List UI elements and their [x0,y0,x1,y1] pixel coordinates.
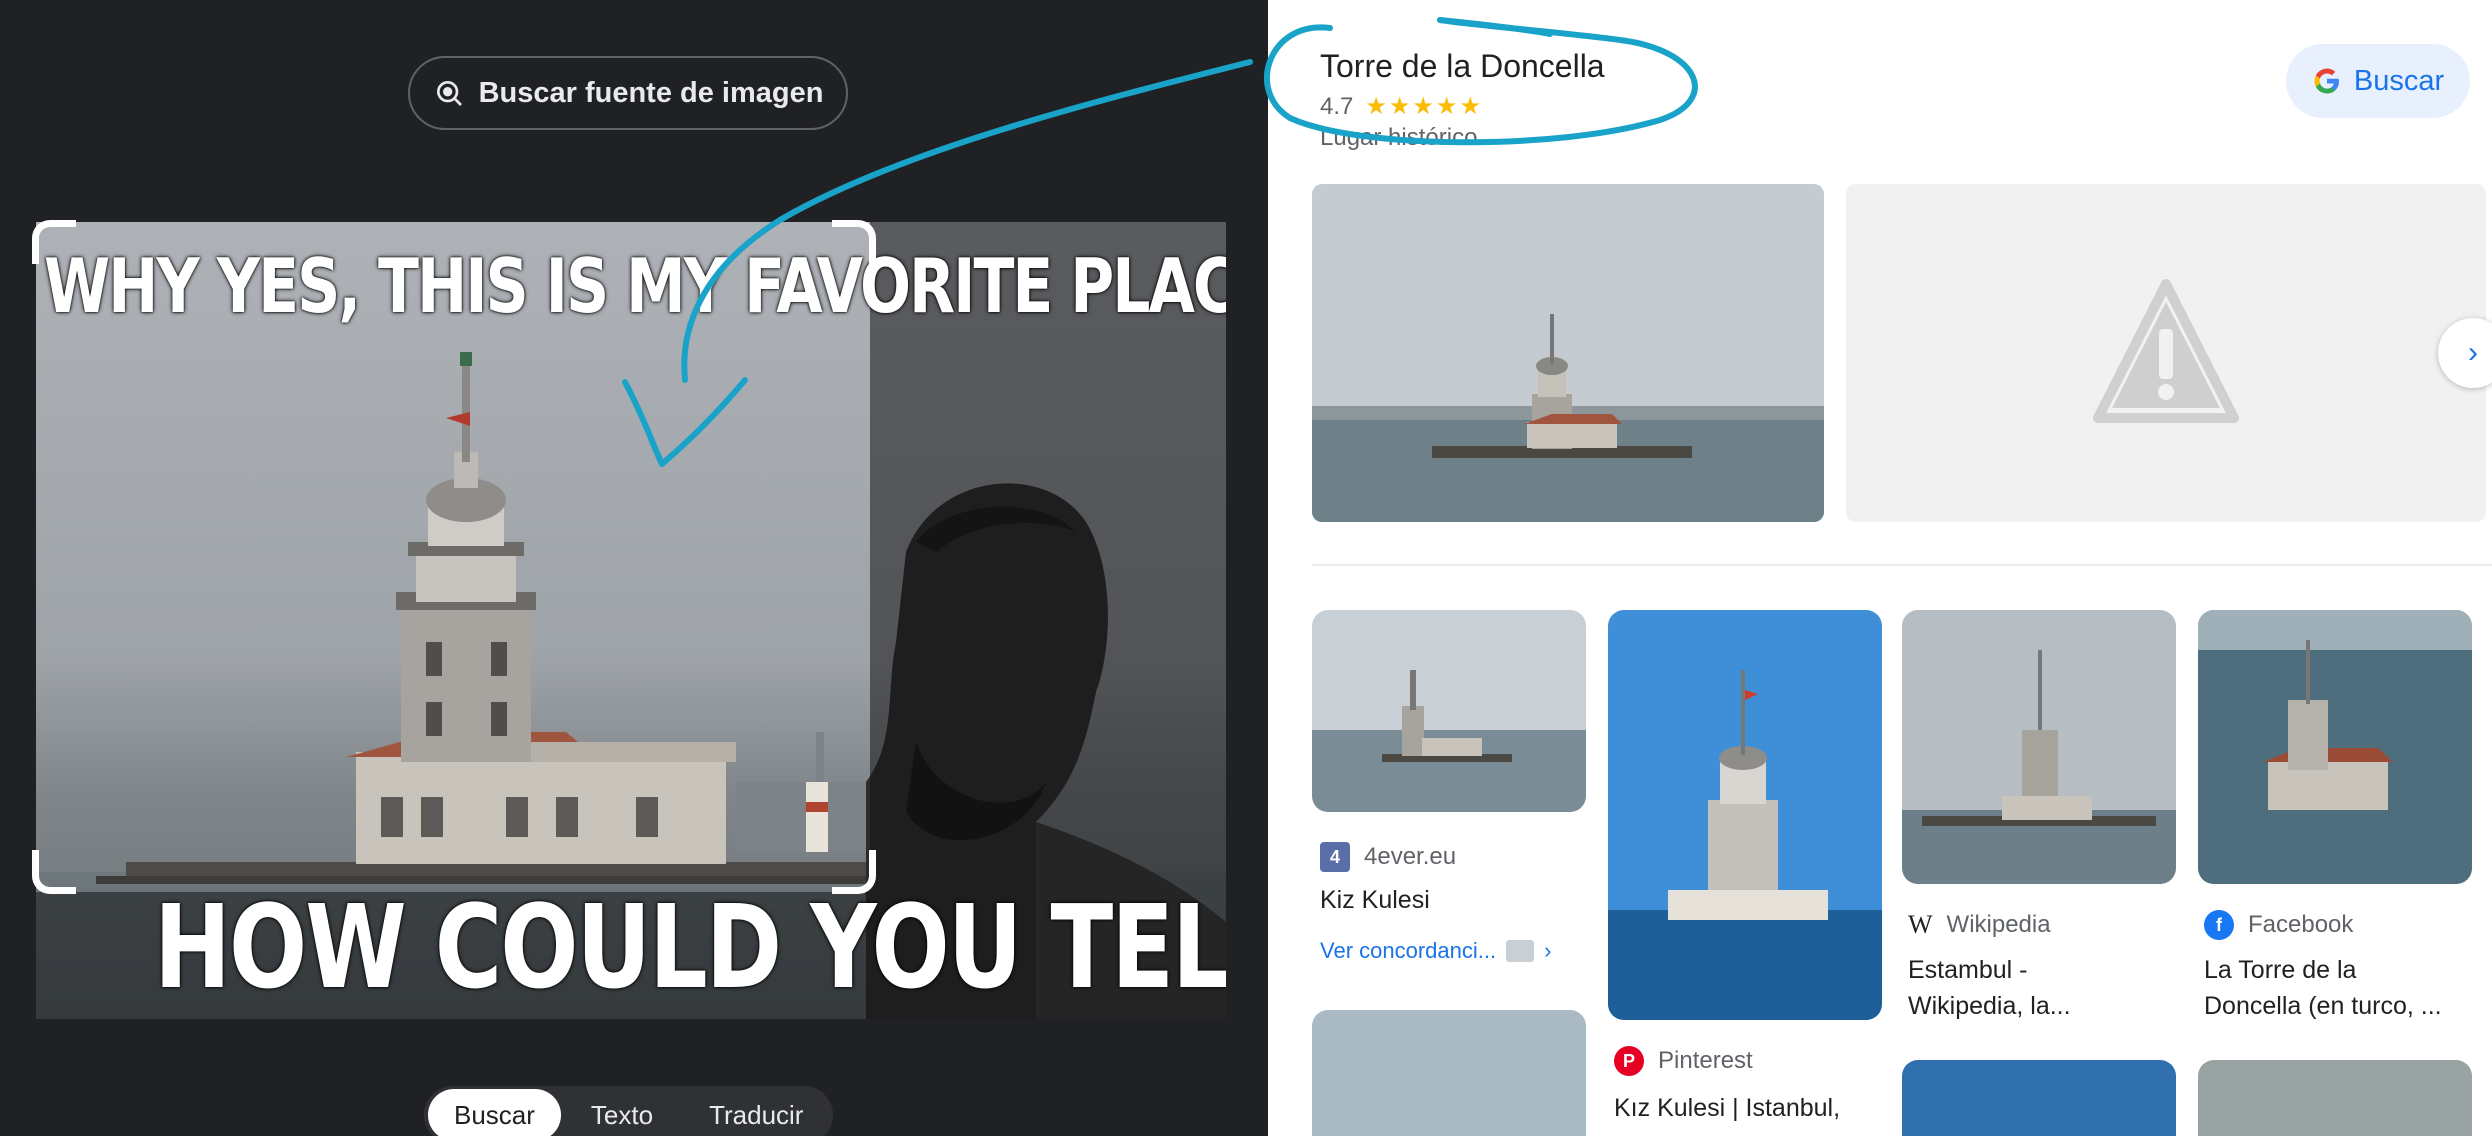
result-title-4ever[interactable]: Kiz Kulesi [1320,882,1430,918]
result-source-4ever[interactable]: 4 4ever.eu [1320,842,1456,872]
chevron-right-icon: › [2468,336,2478,369]
google-search-button[interactable]: Buscar [2286,44,2470,118]
facebook-logo-icon: f [2204,910,2234,940]
warning-icon [2093,279,2239,423]
rating-value: 4.7 [1320,92,1354,120]
see-matches-link[interactable]: Ver concordanci... › [1320,938,1551,964]
see-matches-label: Ver concordanci... [1320,938,1497,963]
crop-handle-bottom-left[interactable] [32,850,76,894]
crop-handle-bottom-right[interactable] [832,850,876,894]
result-title-line2: Wikipedia, la... [1908,992,2071,1020]
result-image-extra-3[interactable] [2198,1060,2472,1136]
meme-top-text: WHY YES, THIS IS MY FAVORITE PLACE TO RE… [44,243,1226,331]
wikipedia-logo-icon: W [1908,910,1933,939]
find-image-source-button[interactable]: Buscar fuente de imagen [408,56,848,130]
result-source-wikipedia[interactable]: W Wikipedia [1908,910,2051,940]
result-title-line2: Doncella (en turco, ... [2204,992,2442,1020]
result-source-name: Pinterest [1658,1047,1753,1074]
tab-traducir[interactable]: Traducir [683,1089,829,1136]
result-title-line1: La Torre de la [2204,956,2357,984]
4ever-logo-icon: 4 [1320,842,1350,872]
google-search-label: Buscar [2353,64,2445,97]
pinterest-logo-icon: P [1614,1046,1644,1076]
tab-buscar[interactable]: Buscar [428,1089,561,1136]
crop-handle-top-left[interactable] [32,220,76,264]
result-image-pinterest[interactable] [1608,610,1882,1020]
thumbnail-icon [1506,940,1535,962]
result-title-facebook[interactable]: La Torre de la Doncella (en turco, ... [2204,952,2442,1024]
find-image-source-label: Buscar fuente de imagen [478,76,824,109]
result-image-wikipedia[interactable] [1902,610,2176,884]
results-panel: Torre de la Doncella 4.7 ★★★★★ Lugar his… [1268,0,2492,1136]
result-title-line1: Estambul - [1908,956,2028,984]
uploaded-meme-image: WHY YES, THIS IS MY FAVORITE PLACE TO RE… [36,222,1226,1019]
section-divider [1312,564,2492,566]
place-title[interactable]: Torre de la Doncella [1320,48,1605,85]
place-category: Lugar histórico [1320,124,1478,151]
lens-mode-tabs: Buscar Texto Traducir [424,1086,834,1136]
tab-texto[interactable]: Texto [565,1089,679,1136]
star-rating-icon: ★★★★★ [1365,93,1483,120]
result-source-name: Wikipedia [1946,911,2051,938]
result-source-name: Facebook [2248,911,2354,938]
result-image-4ever[interactable] [1312,610,1586,812]
chevron-right-icon: › [1544,938,1552,963]
meme-bottom-text: HOW COULD YOU TELL? [154,880,1226,1015]
result-image-extra-2[interactable] [1902,1060,2176,1136]
result-source-pinterest[interactable]: P Pinterest [1614,1046,1753,1076]
place-rating: 4.7 ★★★★★ [1320,92,1483,121]
result-source-name: 4ever.eu [1364,843,1457,870]
result-image-facebook[interactable] [2198,610,2472,884]
image-unavailable-placeholder[interactable] [1846,184,2486,522]
google-g-icon [2314,68,2339,94]
result-source-facebook[interactable]: f Facebook [2204,910,2353,940]
result-title-pinterest[interactable]: Kız Kulesi | Istanbul, [1614,1090,1840,1126]
result-image-extra[interactable] [1312,1010,1586,1136]
lens-image-panel: Buscar fuente de imagen WHY YES, THIS IS… [0,0,1268,1136]
place-photo[interactable] [1312,184,1824,522]
image-search-icon [436,81,462,106]
crop-handle-top-right[interactable] [832,220,876,264]
result-title-wikipedia[interactable]: Estambul - Wikipedia, la... [1908,952,2071,1024]
